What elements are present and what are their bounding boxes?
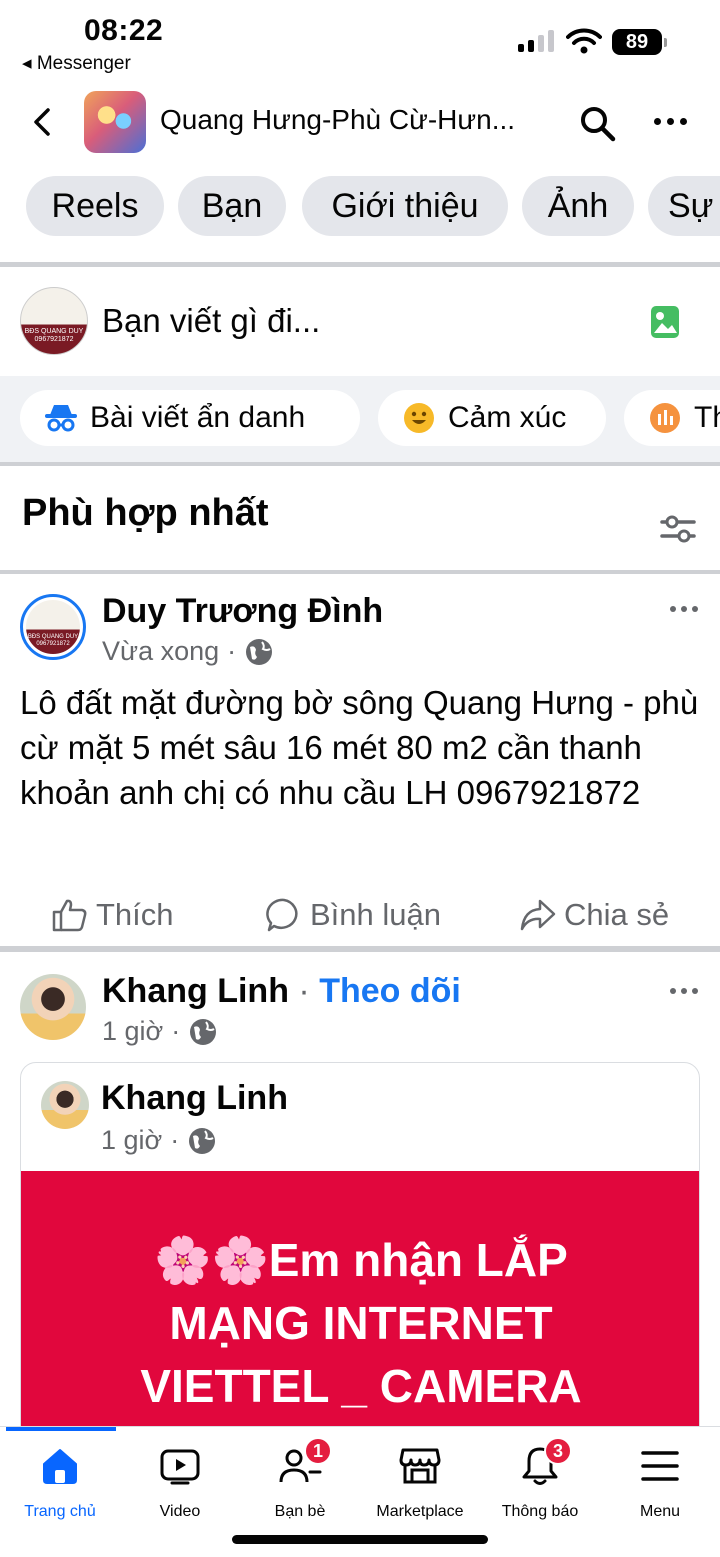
shared-post-time[interactable]: 1 giờ	[101, 1125, 162, 1156]
wifi-icon	[566, 28, 602, 54]
divider	[0, 946, 720, 952]
composer-actions: Bài viết ẩn danh Cảm xúc Th	[0, 376, 720, 462]
comment-button[interactable]: Bình luận	[266, 892, 441, 938]
nav-menu[interactable]: Menu	[600, 1443, 720, 1521]
post-text: Lô đất mặt đường bờ sông Quang Hưng - ph…	[20, 684, 699, 811]
filter-sliders-icon[interactable]	[660, 514, 696, 544]
post-composer[interactable]: BĐS QUANG DUY 0967921872 Bạn viết gì đi.…	[0, 272, 720, 372]
group-header: Quang Hưng-Phù Cừ-Hưn...	[0, 88, 720, 158]
post-time[interactable]: Vừa xong	[102, 636, 219, 667]
shared-author-name[interactable]: Khang Linh	[101, 1079, 288, 1118]
cellular-signal-icon	[518, 30, 554, 52]
post-author-avatar[interactable]	[20, 974, 86, 1040]
tab-photos[interactable]: Ảnh	[522, 176, 634, 236]
nav-friends[interactable]: 1 Bạn bè	[240, 1437, 360, 1521]
user-avatar[interactable]: BĐS QUANG DUY 0967921872	[20, 287, 88, 355]
share-icon	[520, 899, 556, 931]
group-tabs: Reels Bạn Giới thiệu Ảnh Sự	[0, 176, 720, 236]
post-author-avatar[interactable]: BĐS QUANG DUY 0967921872	[20, 594, 86, 660]
post-options-icon[interactable]	[670, 988, 698, 994]
composer-input[interactable]: Bạn viết gì đi...	[102, 302, 320, 340]
tab-events[interactable]: Sự	[648, 176, 720, 236]
banner-text: 🌸🌸Em nhận LẮP MẠNG INTERNET VIETTEL _ CA…	[140, 1234, 582, 1412]
nav-marketplace[interactable]: Marketplace	[360, 1443, 480, 1521]
battery-indicator: 89	[612, 29, 667, 55]
nav-home[interactable]: Trang chủ	[0, 1443, 120, 1521]
group-avatar[interactable]	[84, 91, 146, 153]
post-meta: 1 giờ ·	[102, 1016, 218, 1047]
nav-notifications[interactable]: 3 Thông báo	[480, 1437, 600, 1521]
post-time[interactable]: 1 giờ	[102, 1016, 163, 1047]
back-arrow-icon[interactable]	[24, 102, 64, 142]
poll-label: Th	[694, 401, 720, 434]
feeling-button[interactable]: Cảm xúc	[378, 390, 606, 446]
anonymous-post-label: Bài viết ẩn danh	[90, 401, 306, 434]
anonymous-post-button[interactable]: Bài viết ẩn danh	[20, 390, 360, 446]
globe-icon	[246, 638, 273, 665]
notifications-badge: 3	[544, 1437, 572, 1465]
photo-icon[interactable]	[650, 305, 680, 339]
marketplace-icon	[399, 1448, 441, 1484]
post-meta: Vừa xong ·	[102, 636, 274, 667]
friends-badge: 1	[304, 1437, 332, 1465]
globe-icon	[190, 1018, 217, 1045]
tab-reels[interactable]: Reels	[26, 176, 164, 236]
shared-author-avatar[interactable]	[41, 1081, 89, 1129]
search-icon[interactable]	[578, 104, 618, 144]
shared-post-meta: 1 giờ ·	[101, 1125, 217, 1156]
like-icon	[52, 899, 87, 932]
feed-sort-title: Phù hợp nhất	[22, 492, 269, 534]
poll-icon	[648, 401, 682, 435]
post-options-icon[interactable]	[670, 606, 698, 612]
shared-post-card[interactable]: Khang Linh 1 giờ · 🌸🌸Em nhận LẮP MẠNG IN…	[20, 1062, 700, 1462]
video-icon	[160, 1449, 200, 1485]
back-to-messenger-link[interactable]: ◂ Messenger	[22, 52, 131, 75]
menu-icon	[641, 1451, 679, 1481]
tab-friends[interactable]: Bạn	[178, 176, 286, 236]
home-indicator	[232, 1535, 488, 1544]
feeling-label: Cảm xúc	[448, 401, 567, 434]
poll-button[interactable]: Th	[624, 390, 720, 446]
smiley-icon	[402, 401, 436, 435]
tab-about[interactable]: Giới thiệu	[302, 176, 508, 236]
comment-icon	[266, 898, 298, 932]
incognito-icon	[44, 401, 78, 435]
share-button[interactable]: Chia sẻ	[520, 892, 669, 938]
like-button[interactable]: Thích	[52, 892, 174, 938]
group-title[interactable]: Quang Hưng-Phù Cừ-Hưn...	[160, 104, 515, 136]
more-options-icon[interactable]	[654, 118, 687, 125]
nav-video[interactable]: Video	[120, 1443, 240, 1521]
status-bar: 08:22 ◂ Messenger 89	[0, 0, 720, 80]
status-time: 08:22	[84, 14, 164, 47]
active-tab-indicator	[6, 1427, 116, 1431]
divider	[0, 462, 720, 466]
home-icon	[43, 1449, 77, 1484]
post-author-name[interactable]: Khang Linh	[102, 972, 289, 1010]
shared-post-banner[interactable]: 🌸🌸Em nhận LẮP MẠNG INTERNET VIETTEL _ CA…	[21, 1171, 699, 1461]
divider	[0, 570, 720, 574]
post-author-name[interactable]: Duy Trương Đình	[102, 592, 383, 631]
follow-button[interactable]: Theo dõi	[319, 972, 461, 1010]
divider	[0, 262, 720, 267]
post-author-line: Khang Linh · Theo dõi	[102, 972, 461, 1010]
globe-icon	[189, 1127, 216, 1154]
